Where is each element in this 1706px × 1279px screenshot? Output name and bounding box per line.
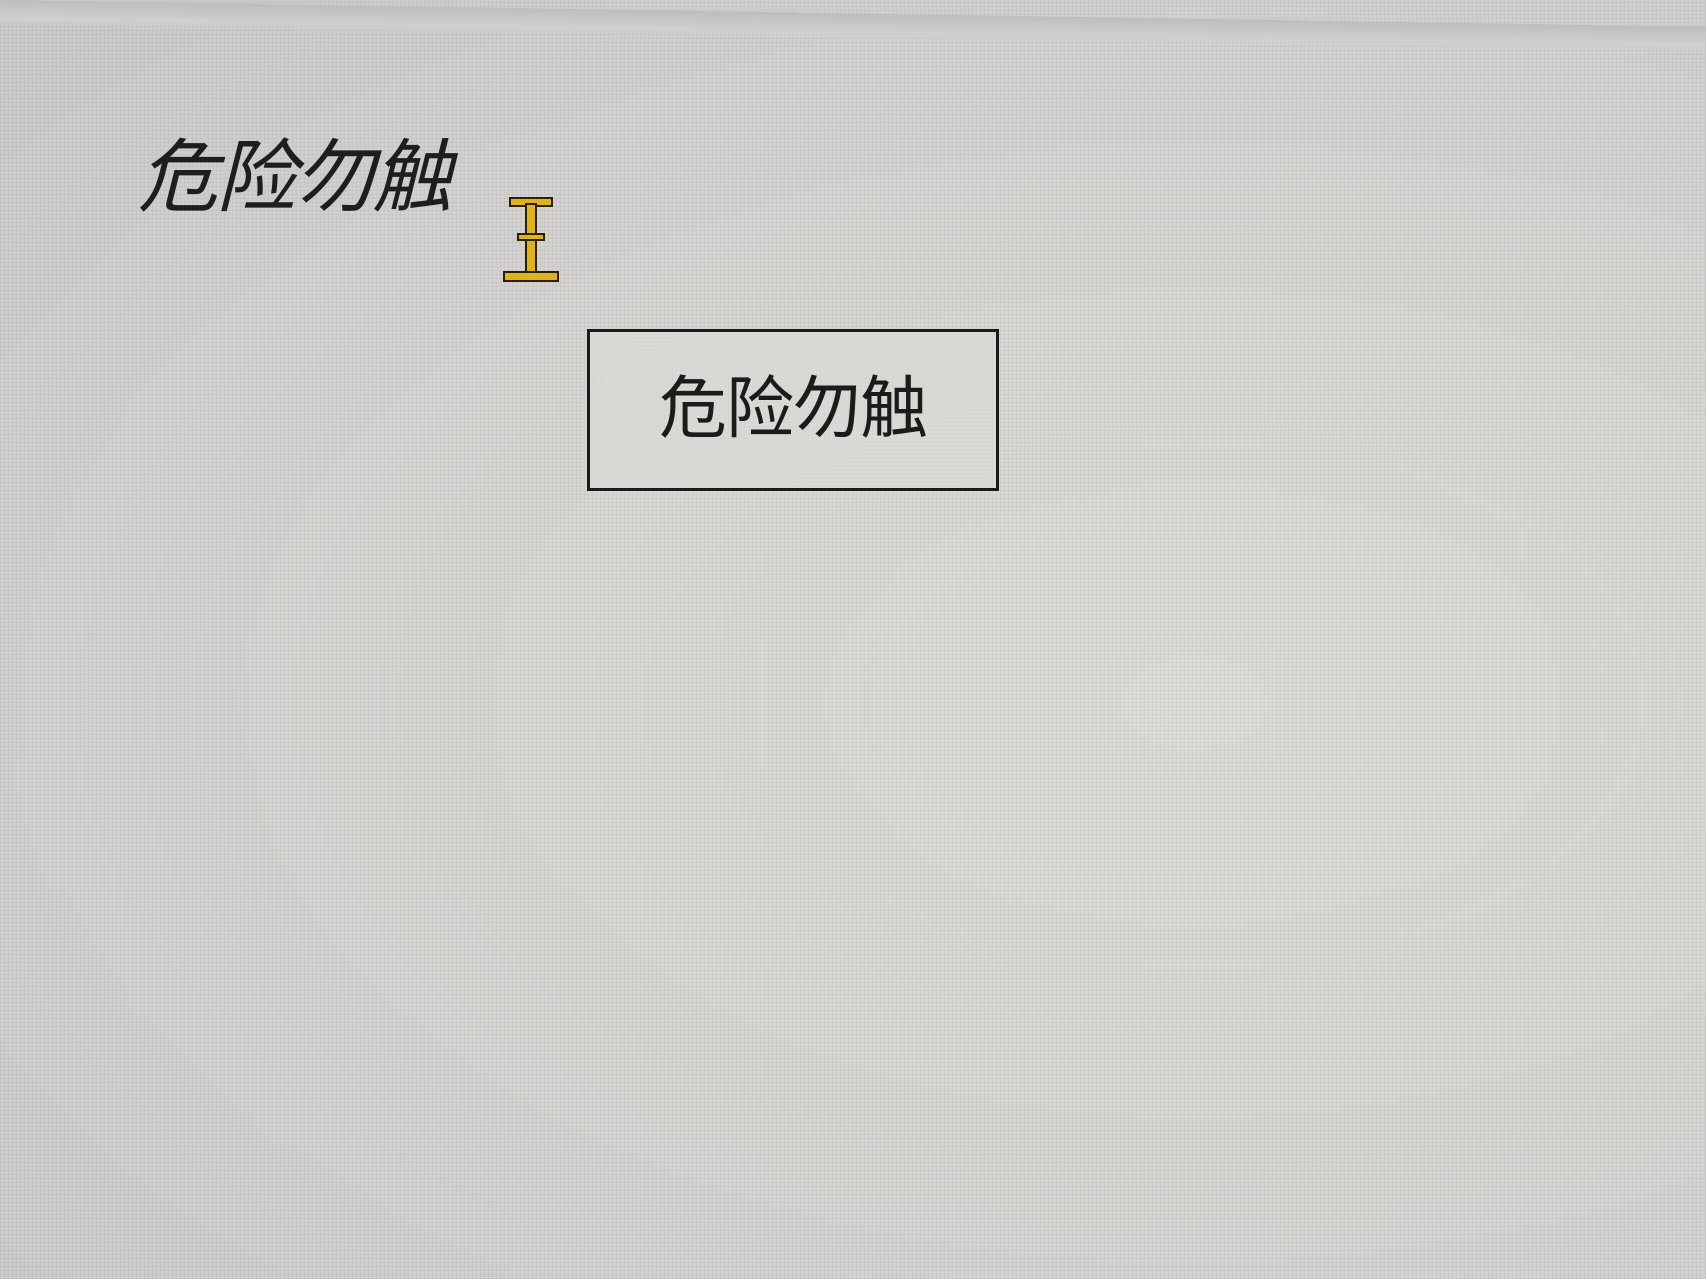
window-top-edge	[0, 0, 1706, 53]
application-window: 危险勿触 危险勿触	[0, 0, 1706, 1279]
warning-button-label: 危险勿触	[658, 370, 928, 449]
warning-button[interactable]: 危险勿触	[587, 329, 999, 491]
text-ibeam-cursor-icon	[503, 197, 559, 282]
warning-heading: 危险勿触	[138, 131, 452, 224]
